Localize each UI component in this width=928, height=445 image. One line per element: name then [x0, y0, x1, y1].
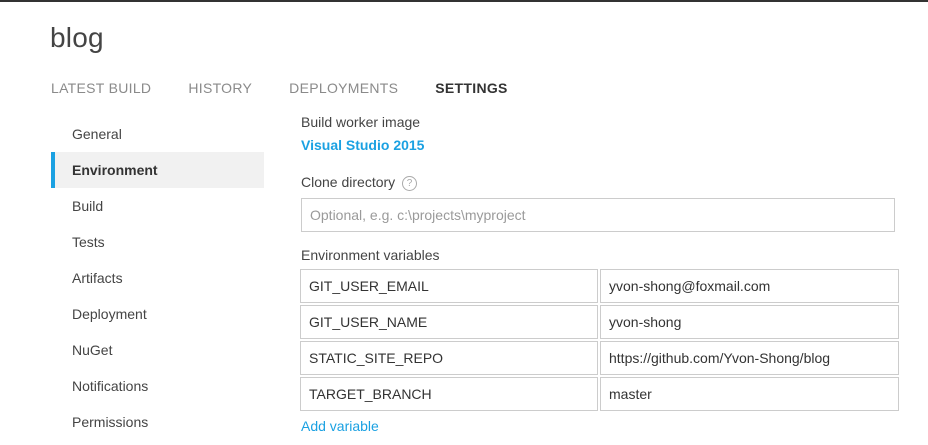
- sidebar-item-nuget[interactable]: NuGet: [51, 332, 264, 368]
- env-var-name-input[interactable]: TARGET_BRANCH: [300, 377, 598, 411]
- env-var-value-input[interactable]: https://github.com/Yvon-Shong/blog: [600, 341, 899, 375]
- env-var-value-input[interactable]: yvon-shong@foxmail.com: [600, 269, 899, 303]
- tab-history[interactable]: HISTORY: [188, 80, 252, 96]
- tab-latest-build[interactable]: LATEST BUILD: [51, 80, 151, 96]
- help-icon[interactable]: ?: [402, 176, 418, 191]
- sidebar-item-environment[interactable]: Environment: [51, 152, 264, 188]
- settings-sidebar: General Environment Build Tests Artifact…: [51, 116, 264, 440]
- clone-directory-label-row: Clone directory ?: [301, 174, 418, 191]
- sidebar-item-general[interactable]: General: [51, 116, 264, 152]
- top-border: [0, 0, 928, 2]
- add-variable-link[interactable]: Add variable: [301, 418, 379, 434]
- env-var-row: STATIC_SITE_REPO https://github.com/Yvon…: [300, 341, 899, 377]
- page-title: blog: [50, 22, 104, 53]
- env-vars-table: GIT_USER_EMAIL yvon-shong@foxmail.com GI…: [300, 269, 899, 413]
- env-var-name-input[interactable]: GIT_USER_EMAIL: [300, 269, 598, 303]
- sidebar-item-artifacts[interactable]: Artifacts: [51, 260, 264, 296]
- tab-bar: LATEST BUILD HISTORY DEPLOYMENTS SETTING…: [51, 80, 545, 96]
- tab-settings[interactable]: SETTINGS: [435, 80, 507, 96]
- worker-image-label: Build worker image: [301, 114, 421, 130]
- sidebar-item-notifications[interactable]: Notifications: [51, 368, 264, 404]
- sidebar-item-deployment[interactable]: Deployment: [51, 296, 264, 332]
- sidebar-item-build[interactable]: Build: [51, 188, 264, 224]
- sidebar-item-tests[interactable]: Tests: [51, 224, 264, 260]
- env-var-value-input[interactable]: master: [600, 377, 899, 411]
- env-vars-label: Environment variables: [301, 247, 440, 263]
- worker-image-select[interactable]: Visual Studio 2015: [301, 137, 424, 153]
- clone-directory-label: Clone directory: [301, 174, 396, 190]
- env-var-row: GIT_USER_NAME yvon-shong: [300, 305, 899, 341]
- tab-deployments[interactable]: DEPLOYMENTS: [289, 80, 398, 96]
- sidebar-item-permissions[interactable]: Permissions: [51, 404, 264, 440]
- env-var-name-input[interactable]: STATIC_SITE_REPO: [300, 341, 598, 375]
- clone-directory-input[interactable]: [301, 198, 895, 232]
- env-var-row: GIT_USER_EMAIL yvon-shong@foxmail.com: [300, 269, 899, 305]
- env-var-row: TARGET_BRANCH master: [300, 377, 899, 413]
- env-var-name-input[interactable]: GIT_USER_NAME: [300, 305, 598, 339]
- env-var-value-input[interactable]: yvon-shong: [600, 305, 899, 339]
